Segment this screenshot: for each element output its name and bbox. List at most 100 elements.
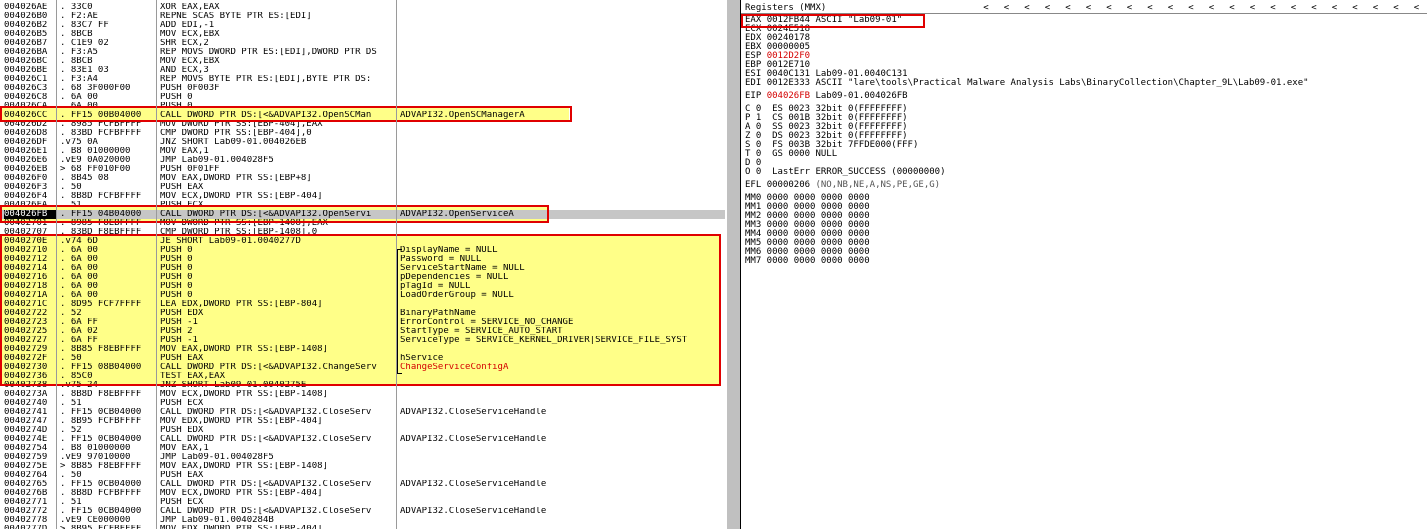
hex-cell: . 8B45 08 — [60, 174, 109, 183]
disasm-row[interactable]: 004026B2 . 83C7 FF ADD EDI,-1 — [0, 21, 725, 30]
hex-cell: .vE9 CE000000 — [60, 516, 131, 525]
disasm-row[interactable]: 00402759 .vE9 97010000 JMP Lab09-01.004028… — [0, 453, 725, 462]
annotation-box-changeserviceconfig — [0, 234, 721, 386]
register-row-edi[interactable]: EDI 0012E333 ASCII "lare\tools\Practical… — [745, 79, 1314, 88]
address-cell: 004026E1 — [4, 147, 48, 156]
instruction-cell: JNZ SHORT Lab09-01.004026EB — [160, 138, 307, 147]
address-cell: 00402759 — [4, 453, 48, 462]
hex-cell: . FF15 0CB04000 — [60, 480, 142, 489]
address-cell: 004026B0 — [4, 12, 48, 21]
address-cell: 004026F4 — [4, 192, 48, 201]
hex-cell: . 8B95 FCFBFFFF — [60, 417, 142, 426]
address-cell: 004026DF — [4, 138, 48, 147]
disasm-row[interactable]: 00402765 . FF15 0CB04000 CALL DWORD PTR DS… — [0, 480, 725, 489]
registers-pane[interactable]: Registers (MMX) < < < < < < < < < < < < < < < < < < < < < < E… — [741, 0, 1427, 529]
instruction-cell: MOV EAX,DWORD PTR SS:[EBP-1408] — [160, 462, 328, 471]
annotation-box-openservice — [0, 205, 549, 223]
address-cell: 0040277D — [4, 525, 56, 529]
disasm-row[interactable]: 00402764 . 50 PUSH EAX — [0, 471, 725, 480]
instruction-cell: MOV ECX,DWORD PTR SS:[EBP-404] — [160, 192, 323, 201]
disasm-row[interactable]: 00402772 . FF15 0CB04000 CALL DWORD PTR DS… — [0, 507, 725, 516]
disasm-row[interactable]: 00402778 .vE9 CE000000 JMP Lab09-01.004028… — [0, 516, 725, 525]
disasm-row[interactable]: 004026EB > 68 FF010F00 PUSH 0F01FF — [0, 165, 725, 174]
register-row-efl[interactable]: EFL 00000206 (NO,NB,NE,A,NS,PE,GE,G) — [745, 181, 946, 190]
hex-cell: . 8BCB — [60, 30, 93, 39]
address-cell: 004026F3 — [4, 183, 48, 192]
disasm-row[interactable]: 00402747 . 8B95 FCFBFFFF MOV EDX,DWORD PTR… — [0, 417, 725, 426]
disasm-row[interactable]: 004026F4 . 8B8D FCFBFFFF MOV ECX,DWORD PTR… — [0, 192, 725, 201]
disasm-row[interactable]: 004026BC . 8BCB MOV ECX,EBX — [0, 57, 725, 66]
address-cell: 00402771 — [4, 498, 48, 507]
instruction-cell: ADD EDI,-1 — [160, 21, 215, 30]
register-value: 004026FB — [766, 91, 811, 101]
disasm-row[interactable]: 004026B5 . 8BCB MOV ECX,EBX — [0, 30, 725, 39]
disasm-row[interactable]: 00402740 . 51 PUSH ECX — [0, 399, 725, 408]
disasm-row[interactable]: 00402754 . B8 01000000 MOV EAX,1 — [0, 444, 725, 453]
instruction-cell: PUSH 0F01FF — [160, 165, 220, 174]
address-cell: 004026C8 — [4, 93, 48, 102]
register-value: 00000206 — [766, 180, 811, 190]
disassembly-pane[interactable]: 004026AE . 33C0 XOR EAX,EAX 004026B0 . F2:AE… — [0, 0, 727, 529]
mmx-row[interactable]: MM7 0000 0000 0000 0000 — [745, 257, 875, 266]
instruction-cell: PUSH 0 — [160, 93, 193, 102]
register-name: EDI — [745, 78, 762, 88]
hex-cell: . 83E1 03 — [60, 66, 109, 75]
disasm-row[interactable]: 0040277D > 8B95 FCFBFFFF MOV EDX,DWORD PTR… — [0, 525, 725, 529]
hex-cell: .vE9 97010000 — [60, 453, 131, 462]
disasm-row[interactable]: 0040276B . 8B8D FCFBFFFF MOV ECX,DWORD PTR… — [0, 489, 725, 498]
instruction-cell: PUSH EAX — [160, 471, 204, 480]
address-cell: 004026BA — [4, 48, 48, 57]
hex-cell: . 52 — [60, 426, 82, 435]
hex-cell: . 8B8D FCFBFFFF — [60, 489, 142, 498]
instruction-cell: REP MOVS DWORD PTR ES:[EDI],DWORD PTR DS — [160, 48, 377, 57]
address-cell: 004026B5 — [4, 30, 48, 39]
disasm-row[interactable]: 0040274E . FF15 0CB04000 CALL DWORD PTR DS… — [0, 435, 725, 444]
hex-cell: . F3:A4 — [60, 75, 98, 84]
disasm-row[interactable]: 004026C8 . 6A 00 PUSH 0 — [0, 93, 725, 102]
instruction-cell: CALL DWORD PTR DS:[<&ADVAPI32.CloseServ — [160, 480, 372, 489]
disasm-row[interactable]: 0040274D . 52 PUSH EDX — [0, 426, 725, 435]
instruction-cell: REP MOVS BYTE PTR ES:[EDI],BYTE PTR DS: — [160, 75, 372, 84]
disasm-row[interactable]: 004026B0 . F2:AE REPNE SCAS BYTE PTR ES:[E… — [0, 12, 725, 21]
hex-cell: . 8B8D F8EBFFFF — [60, 390, 142, 399]
disasm-row[interactable]: 004026BA . F3:A5 REP MOVS DWORD PTR ES:[ED… — [0, 48, 725, 57]
disasm-row[interactable]: 004026DF .v75 0A JNZ SHORT Lab09-01.004026… — [0, 138, 725, 147]
disasm-row[interactable]: 004026E1 . B8 01000000 MOV EAX,1 — [0, 147, 725, 156]
pane-splitter[interactable] — [727, 0, 740, 529]
disasm-row[interactable]: 0040273A . 8B8D F8EBFFFF MOV ECX,DWORD PTR… — [0, 390, 725, 399]
flag-row[interactable]: O 0 LastErr ERROR_SUCCESS (00000000) — [745, 168, 951, 177]
address-cell: 004026C3 — [4, 84, 48, 93]
hex-cell: .v75 0A — [60, 138, 98, 147]
address-cell: 00402764 — [4, 471, 48, 480]
instruction-cell: MOV ECX,EBX — [160, 30, 220, 39]
register-row-eip[interactable]: EIP 004026FB Lab09-01.004026FB — [745, 92, 913, 101]
hex-cell: > 68 FF010F00 — [60, 165, 131, 174]
instruction-cell: XOR EAX,EAX — [160, 3, 220, 12]
hex-cell: . F2:AE — [60, 12, 98, 21]
disasm-row[interactable]: 00402771 . 51 PUSH ECX — [0, 498, 725, 507]
disasm-row[interactable]: 00402741 . FF15 0CB04000 CALL DWORD PTR DS… — [0, 408, 725, 417]
disasm-row[interactable]: 004026C1 . F3:A4 REP MOVS BYTE PTR ES:[EDI… — [0, 75, 725, 84]
disasm-row[interactable]: 004026C3 . 68 3F000F00 PUSH 0F003F — [0, 84, 725, 93]
disasm-row[interactable]: 0040275E > 8B85 F8EBFFFF MOV EAX,DWORD PTR… — [0, 462, 725, 471]
disasm-row[interactable]: 004026E6 .vE9 0A020000 JMP Lab09-01.004028… — [0, 156, 725, 165]
address-cell: 004026D8 — [4, 129, 48, 138]
disasm-row[interactable]: 004026D8 . 83BD FCFBFFFF CMP DWORD PTR SS:… — [0, 129, 725, 138]
disasm-row[interactable]: 004026B7 . C1E9 02 SHR ECX,2 — [0, 39, 725, 48]
flags-summary: (NO,NB,NE,A,NS,PE,GE,G) — [815, 180, 941, 190]
hex-cell: .vE9 0A020000 — [60, 156, 131, 165]
instruction-cell: MOV ECX,DWORD PTR SS:[EBP-1408] — [160, 390, 328, 399]
disasm-row[interactable]: 004026AE . 33C0 XOR EAX,EAX — [0, 3, 725, 12]
disasm-row[interactable]: 004026BE . 83E1 03 AND ECX,3 — [0, 66, 725, 75]
disasm-row[interactable]: 004026F3 . 50 PUSH EAX — [0, 183, 725, 192]
address-cell: 004026BE — [4, 66, 48, 75]
hex-cell: . FF15 0CB04000 — [60, 435, 142, 444]
comment-cell: ADVAPI32.CloseServiceHandle — [400, 435, 547, 444]
instruction-cell: PUSH ECX — [160, 498, 204, 507]
instruction-cell: CALL DWORD PTR DS:[<&ADVAPI32.CloseServ — [160, 435, 372, 444]
scroll-left-arrow-icon[interactable]: < — [1402, 3, 1427, 13]
disasm-row[interactable]: 004026F0 . 8B45 08 MOV EAX,DWORD PTR SS:[E… — [0, 174, 725, 183]
hex-cell: . 50 — [60, 183, 82, 192]
column-divider — [56, 0, 57, 529]
instruction-cell: MOV EAX,1 — [160, 444, 209, 453]
